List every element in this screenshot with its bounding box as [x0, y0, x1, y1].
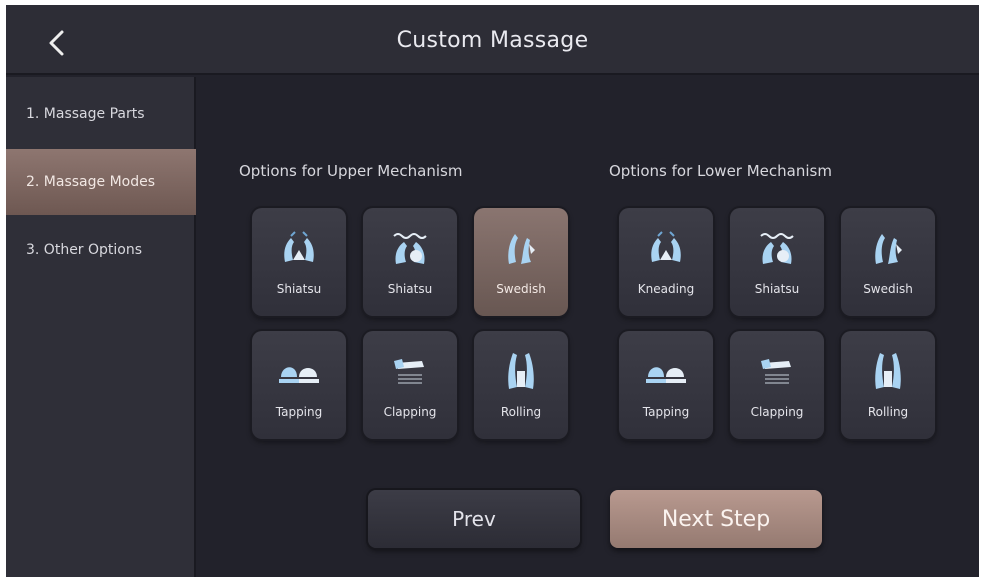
lower-mode-button-clapping[interactable]: Clapping — [730, 331, 824, 439]
back-button[interactable] — [36, 23, 76, 63]
clapping-hands-icon — [388, 351, 432, 391]
shiatsu-hands-icon — [277, 228, 321, 268]
lower-mode-button-tapping[interactable]: Tapping — [619, 331, 713, 439]
clapping-hands-icon — [755, 351, 799, 391]
tapping-hands-icon — [644, 351, 688, 391]
massage-screen: Custom Massage 1. Massage Parts 2. Massa… — [6, 5, 979, 577]
upper-mechanism-heading: Options for Upper Mechanism — [239, 162, 463, 180]
header-bar: Custom Massage — [6, 5, 979, 75]
lower-mode-button-rolling[interactable]: Rolling — [841, 331, 935, 439]
mode-label: Swedish — [496, 282, 546, 296]
steps-sidebar: 1. Massage Parts 2. Massage Modes 3. Oth… — [6, 77, 196, 577]
lower-mode-button-shiatsu[interactable]: Shiatsu — [730, 208, 824, 316]
shiatsu-wave-hands-icon — [755, 228, 799, 268]
upper-mode-button-tapping[interactable]: Tapping — [252, 331, 346, 439]
next-step-button[interactable]: Next Step — [610, 490, 822, 548]
mode-label: Shiatsu — [387, 282, 433, 296]
sidebar-item-massage-modes[interactable]: 2. Massage Modes — [6, 149, 196, 215]
mode-label: Tapping — [275, 405, 323, 419]
sidebar-item-label: 3. Other Options — [26, 242, 143, 258]
rolling-hands-icon — [866, 351, 910, 391]
swedish-hands-icon — [866, 228, 910, 268]
sidebar-item-label: 1. Massage Parts — [26, 106, 145, 122]
lower-mode-button-kneading[interactable]: Kneading — [619, 208, 713, 316]
mode-label: Kneading — [637, 282, 695, 296]
kneading-hands-icon — [644, 228, 688, 268]
shiatsu-wave-hands-icon — [388, 228, 432, 268]
mode-label: Tapping — [642, 405, 690, 419]
sidebar-item-label: 2. Massage Modes — [26, 174, 156, 190]
rolling-hands-icon — [499, 351, 543, 391]
mode-label: Swedish — [863, 282, 913, 296]
mode-label: Rolling — [500, 405, 542, 419]
upper-mode-button-clapping[interactable]: Clapping — [363, 331, 457, 439]
tapping-hands-icon — [277, 351, 321, 391]
lower-mode-button-swedish[interactable]: Swedish — [841, 208, 935, 316]
prev-button[interactable]: Prev — [368, 490, 580, 548]
mode-label: Shiatsu — [276, 282, 322, 296]
mode-label: Clapping — [383, 405, 437, 419]
page-title: Custom Massage — [396, 27, 589, 53]
sidebar-item-massage-parts[interactable]: 1. Massage Parts — [6, 81, 196, 147]
upper-mode-button-rolling[interactable]: Rolling — [474, 331, 568, 439]
sidebar-item-other-options[interactable]: 3. Other Options — [6, 217, 196, 283]
mode-label: Shiatsu — [754, 282, 800, 296]
mode-label: Rolling — [867, 405, 909, 419]
upper-mode-button-swedish[interactable]: Swedish — [474, 208, 568, 316]
mode-label: Clapping — [750, 405, 804, 419]
swedish-hands-icon — [499, 228, 543, 268]
lower-mechanism-heading: Options for Lower Mechanism — [609, 162, 832, 180]
chevron-left-icon — [49, 30, 64, 56]
upper-mode-button-shiatsu[interactable]: Shiatsu — [252, 208, 346, 316]
upper-mode-button-shiatsu[interactable]: Shiatsu — [363, 208, 457, 316]
